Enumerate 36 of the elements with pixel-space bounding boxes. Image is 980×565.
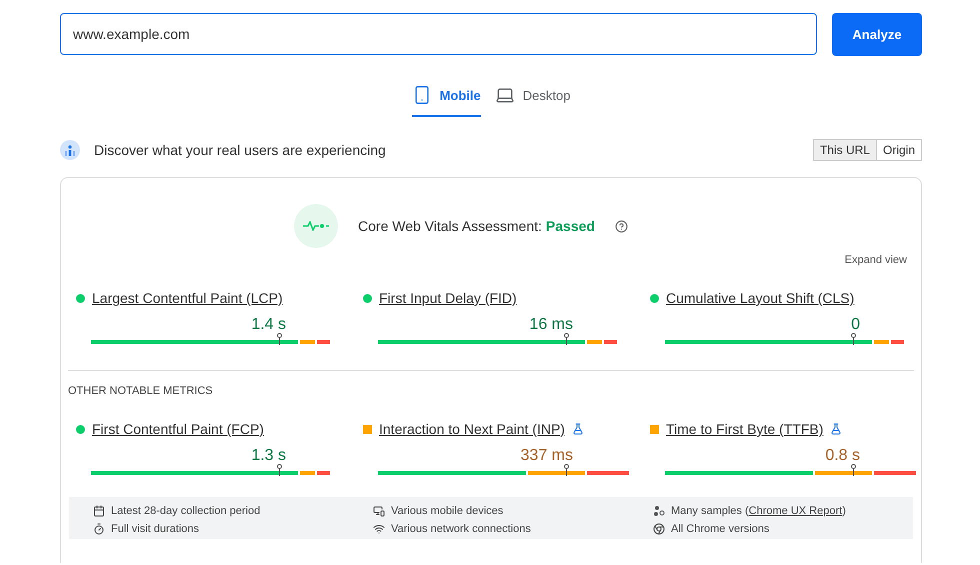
users-icon	[60, 140, 80, 160]
expand-view-link[interactable]: Expand view	[844, 254, 907, 266]
subsection-heading: OTHER NOTABLE METRICS	[68, 385, 214, 397]
chrome-icon	[653, 523, 665, 535]
metric-value: 337 ms	[520, 447, 573, 465]
detail-text: Many samples (Chrome UX Report)	[671, 505, 846, 517]
metric-value: 1.4 s	[251, 316, 286, 334]
metric-value: 0	[851, 316, 860, 334]
devices-icon	[373, 505, 385, 517]
url-input[interactable]: www.example.com	[60, 13, 817, 55]
metric-link[interactable]: Interaction to Next Paint (INP)	[379, 421, 565, 437]
metric-value: 1.3 s	[251, 447, 286, 465]
help-icon[interactable]	[614, 220, 628, 232]
detail-text: All Chrome versions	[671, 523, 770, 535]
scope-toggle[interactable]: This URL	[814, 140, 876, 160]
detail-text: Various network connections	[391, 523, 531, 535]
device-tab[interactable]: Mobile	[412, 81, 481, 117]
section-heading: Discover what your real users are experiencing	[94, 142, 387, 158]
report-link[interactable]: Chrome UX Report	[748, 505, 842, 517]
metric-value: 0.8 s	[825, 447, 860, 465]
metric-link[interactable]: First Contentful Paint (FCP)	[92, 421, 264, 437]
detail-text: Latest 28-day collection period	[111, 505, 260, 517]
device-tab[interactable]: Desktop	[494, 81, 570, 117]
timer-icon	[93, 523, 105, 535]
metric-link[interactable]: First Input Delay (FID)	[379, 290, 517, 306]
assessment-result: Core Web Vitals Assessment: Passed	[358, 218, 595, 234]
metric-link[interactable]: Time to First Byte (TTFB)	[666, 421, 824, 437]
calendar-icon	[93, 505, 105, 517]
detail-text: Full visit durations	[111, 523, 200, 535]
dots-icon	[653, 505, 665, 517]
metric-value: 16 ms	[529, 316, 573, 334]
vitals-badge	[294, 204, 338, 248]
analyze-button[interactable]: Analyze	[832, 13, 922, 56]
metric-link[interactable]: Largest Contentful Paint (LCP)	[92, 290, 283, 306]
detail-text: Various mobile devices	[391, 505, 504, 517]
metric-link[interactable]: Cumulative Layout Shift (CLS)	[666, 290, 854, 306]
